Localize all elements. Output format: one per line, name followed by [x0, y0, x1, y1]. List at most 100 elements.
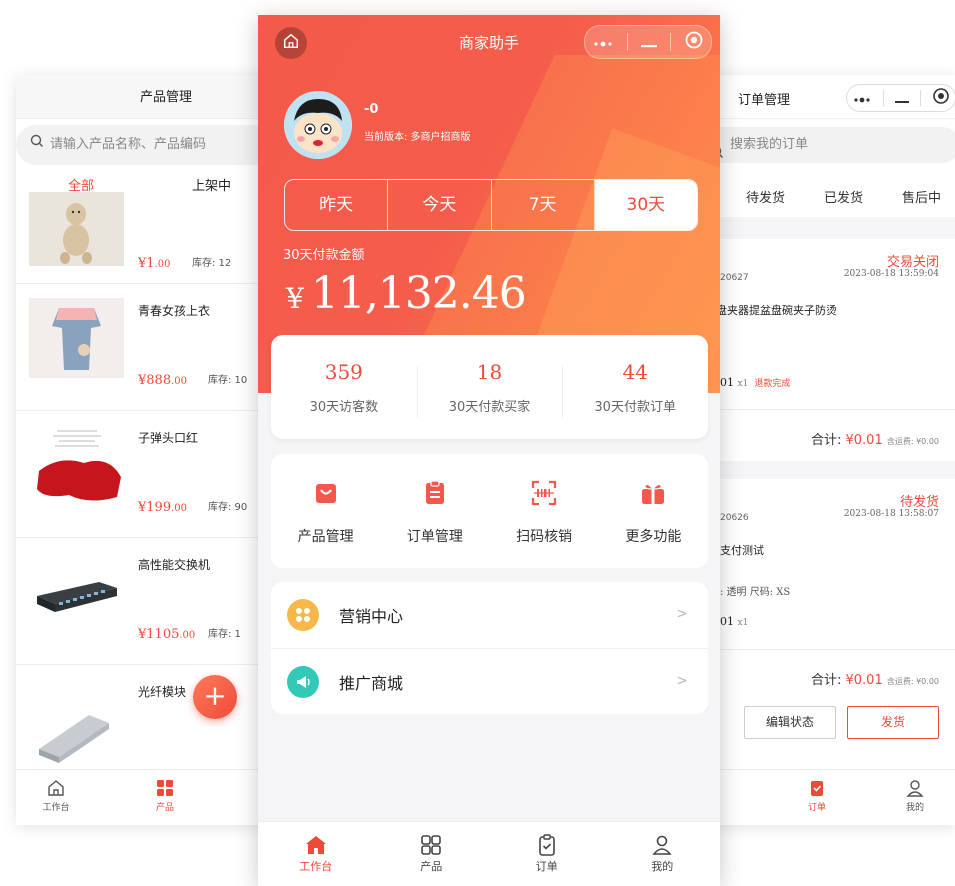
- product-image: [29, 192, 124, 266]
- tab-after-sales[interactable]: 售后中: [902, 187, 941, 206]
- tab-label: 我的: [651, 860, 674, 873]
- product-stock: 库存: 12: [192, 258, 232, 269]
- search-icon: [30, 125, 44, 165]
- user-icon: [605, 832, 721, 858]
- menu-promote-mall[interactable]: 推广商城 >: [271, 648, 708, 714]
- apps-icon: [287, 599, 319, 631]
- merchant-assistant-screen: 商家助手 -0 当前版本: 多商户招商版 昨天 今天 7天 30天 30天付款金…: [258, 15, 720, 886]
- tab-label: 订单: [807, 803, 826, 813]
- refund-status: 退款完成: [754, 379, 791, 389]
- tab-workbench[interactable]: 工作台: [258, 822, 374, 886]
- stats-card: 359 30天访客数 18 30天付款买家 44 30天付款订单: [271, 335, 708, 439]
- mini-program-capsule: [584, 25, 712, 59]
- product-price: 1105: [146, 627, 180, 642]
- menu-list: 营销中心 > 推广商城 >: [271, 582, 708, 714]
- order-status: 待发货: [899, 495, 939, 510]
- tab-pending-shipment[interactable]: 待发货: [746, 187, 785, 206]
- product-price-decimal: .00: [171, 503, 188, 514]
- stat-visitors: 359 30天访客数: [309, 359, 379, 415]
- product-image: [29, 425, 124, 505]
- shopping-bag-icon: [271, 476, 380, 510]
- product-price-decimal: .00: [154, 259, 171, 270]
- tab-mine[interactable]: 我的: [895, 776, 935, 813]
- order-number: 20627: [720, 273, 749, 283]
- function-product-management[interactable]: 产品管理: [271, 476, 380, 546]
- ship-button[interactable]: 发货: [847, 706, 939, 739]
- function-grid: 产品管理 订单管理 扫码核销 更多功能: [271, 454, 708, 568]
- user-icon: [895, 776, 935, 800]
- order-item-price: 01 x1: [720, 615, 749, 628]
- stat-paid-orders: 44 30天付款订单: [562, 360, 708, 418]
- order-total: 合计: ¥0.01 含运费: ¥0.00: [810, 433, 939, 448]
- tab-mine[interactable]: 我的: [605, 822, 721, 886]
- product-price: 199: [146, 500, 172, 515]
- tab-label: 工作台: [299, 860, 333, 873]
- product-name: 子弹头口红: [138, 431, 199, 445]
- period-yesterday[interactable]: 昨天: [285, 180, 389, 230]
- clipboard-icon: [797, 776, 837, 800]
- payment-amount-label: 30天付款金额: [283, 248, 365, 263]
- product-stock: 库存: 10: [208, 375, 248, 386]
- product-stock: 库存: 90: [208, 502, 248, 513]
- product-name: 高性能交换机: [138, 558, 211, 572]
- product-image: [29, 689, 124, 769]
- product-price-decimal: .00: [171, 376, 188, 387]
- minimize-icon[interactable]: [894, 89, 909, 108]
- add-product-button[interactable]: +: [193, 675, 237, 719]
- scan-barcode-icon: [490, 476, 599, 510]
- avatar[interactable]: [284, 91, 352, 159]
- chevron-right-icon: >: [676, 673, 688, 689]
- user-name: -0: [364, 102, 379, 117]
- period-today[interactable]: 今天: [388, 180, 492, 230]
- edit-status-button[interactable]: 编辑状态: [744, 706, 836, 739]
- grid-icon: [145, 776, 185, 800]
- gift-icon: [599, 476, 708, 510]
- tab-label: 工作台: [42, 803, 70, 813]
- product-stock: 库存: 1: [208, 629, 241, 640]
- order-status: 交易关闭: [886, 255, 939, 270]
- tab-order[interactable]: 订单: [797, 776, 837, 813]
- period-selector: 昨天 今天 7天 30天: [284, 179, 698, 231]
- close-mini-program-icon[interactable]: [932, 87, 950, 109]
- more-icon[interactable]: [592, 33, 614, 52]
- product-price: 888: [146, 373, 172, 388]
- tab-product[interactable]: 产品: [374, 822, 490, 886]
- search-placeholder: 请输入产品名称、产品编码: [50, 137, 207, 152]
- chevron-right-icon: >: [676, 606, 688, 622]
- clipboard-check-icon: [489, 832, 605, 858]
- clipboard-icon: [380, 476, 489, 510]
- tab-shipped[interactable]: 已发货: [824, 187, 863, 206]
- order-item-price: 01 x1 退款完成: [720, 376, 791, 389]
- order-total: 合计: ¥0.01 含运费: ¥0.00: [810, 673, 939, 688]
- nav-title: 订单管理: [738, 93, 791, 108]
- order-time: 2023-08-18 13:58:07: [843, 509, 939, 519]
- product-name: 光纤模块: [138, 685, 187, 699]
- mini-program-capsule: [846, 84, 955, 112]
- tab-label: 我的: [905, 803, 924, 813]
- more-icon[interactable]: [852, 89, 872, 108]
- function-more[interactable]: 更多功能: [599, 476, 708, 546]
- minimize-icon[interactable]: [640, 33, 657, 52]
- tab-workbench[interactable]: 工作台: [36, 776, 76, 813]
- megaphone-icon: [287, 665, 319, 698]
- product-name: 青春女孩上衣: [138, 304, 211, 318]
- version-label: 当前版本: 多商户招商版: [364, 132, 471, 143]
- menu-marketing-center[interactable]: 营销中心 >: [271, 582, 708, 648]
- tab-product[interactable]: 产品: [145, 776, 185, 813]
- function-order-management[interactable]: 订单管理: [380, 476, 489, 546]
- tab-label: 产品: [155, 803, 174, 813]
- period-7-days[interactable]: 7天: [492, 180, 595, 230]
- tab-label: 产品: [420, 860, 443, 873]
- product-image: [29, 298, 124, 378]
- tab-order[interactable]: 订单: [489, 822, 605, 886]
- period-30-days[interactable]: 30天: [594, 180, 697, 230]
- payment-amount: ¥11,132.46: [286, 268, 527, 319]
- product-price-decimal: .00: [179, 630, 196, 641]
- tab-label: 订单: [535, 860, 558, 873]
- order-time: 2023-08-18 13:59:04: [843, 269, 939, 279]
- product-image: [29, 552, 124, 632]
- function-scan-verify[interactable]: 扫码核销: [490, 476, 599, 546]
- bottom-tabbar: 工作台 产品 订单 我的: [258, 821, 720, 886]
- order-number: 20626: [720, 513, 749, 523]
- close-mini-program-icon[interactable]: [684, 30, 704, 54]
